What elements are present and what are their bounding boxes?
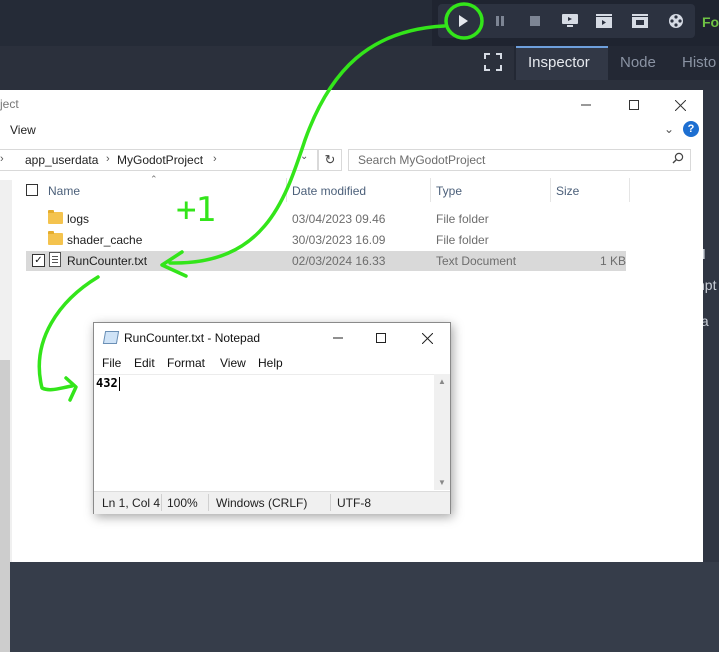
line-endings: Windows (CRLF) [216,496,308,510]
column-header-size[interactable]: Size [556,184,579,198]
file-name: shader_cache [67,233,143,247]
tab-node[interactable]: Node [620,54,656,71]
renderer-label[interactable]: Fo [702,14,719,30]
godot-menu-strip [0,0,432,46]
file-date: 03/04/2023 09.46 [292,212,386,226]
row-checkbox[interactable]: ✓ [32,254,45,267]
column-divider[interactable] [430,178,431,202]
tab-history[interactable]: Histo [682,54,716,71]
close-button[interactable] [405,325,449,351]
column-header-type[interactable]: Type [436,184,462,198]
notepad-title-bar: RunCounter.txt - Notepad [94,323,450,353]
file-name: logs [67,212,90,226]
ribbon: View ⌄ ? [0,120,703,144]
movie-maker-icon[interactable] [665,10,687,32]
play-icon[interactable] [452,10,474,32]
ribbon-view-tab[interactable]: View [10,123,36,137]
chevron-right-icon[interactable]: › [0,153,4,165]
file-row-logs[interactable]: logs 03/04/2023 09.46 File folder [26,209,626,229]
file-type: Text Document [436,254,517,268]
folder-icon [48,231,63,245]
minimize-button[interactable] [316,325,360,351]
text-file-icon [49,252,61,267]
column-divider[interactable] [550,178,551,202]
explorer-title-bar: ject [0,90,703,120]
select-all-checkbox[interactable] [26,184,38,196]
status-divider [161,494,162,511]
chevron-right-icon[interactable]: › [106,153,110,165]
file-date: 30/03/2023 16.09 [292,233,386,247]
refresh-button[interactable]: ↻ [318,149,342,171]
play-scene-icon[interactable] [593,10,615,32]
notepad-title: RunCounter.txt - Notepad [124,331,261,345]
sort-ascending-icon: ⌃ [150,174,158,184]
run-controls [438,4,695,38]
file-date: 02/03/2024 16.33 [292,254,386,268]
encoding: UTF-8 [337,496,371,510]
navigation-pane [0,180,12,652]
notepad-content: 432 [96,376,118,390]
vertical-scrollbar[interactable]: ▲ ▼ [434,374,450,490]
column-divider[interactable] [629,178,630,202]
file-name: RunCounter.txt [67,254,148,268]
cursor-position: Ln 1, Col 4 [102,496,161,510]
scroll-down-icon[interactable]: ▼ [438,478,446,487]
chevron-right-icon[interactable]: › [213,153,217,165]
menu-file[interactable]: File [102,356,121,370]
menu-edit[interactable]: Edit [134,356,155,370]
notepad-icon [102,331,120,344]
menu-format[interactable]: Format [167,356,205,370]
text-caret [119,377,120,391]
notepad-window: RunCounter.txt - Notepad File Edit Forma… [93,322,451,514]
search-icon [672,152,684,167]
breadcrumb-segment[interactable]: app_userdata [25,153,98,167]
close-button[interactable] [657,92,703,118]
window-title: ject [0,97,19,111]
file-type: File folder [436,233,489,247]
menu-view[interactable]: View [220,356,246,370]
chevron-down-icon[interactable]: ⌄ [664,122,674,136]
remote-debug-icon[interactable] [559,10,581,32]
file-type: File folder [436,212,489,226]
search-placeholder: Search MyGodotProject [358,153,486,167]
search-input[interactable]: Search MyGodotProject [348,149,691,171]
stop-icon[interactable] [524,10,546,32]
status-divider [330,494,331,511]
notepad-menu-bar: File Edit Format View Help [94,354,450,374]
menu-help[interactable]: Help [258,356,283,370]
column-header-name[interactable]: Name [48,184,80,198]
address-bar[interactable]: › app_userdata › MyGodotProject › [0,149,318,171]
navigation-scrollbar[interactable] [0,360,10,652]
folder-icon [48,210,63,224]
address-dropdown-icon[interactable]: ⌄ [300,151,308,162]
file-row-runcounter[interactable]: ✓ RunCounter.txt 02/03/2024 16.33 Text D… [26,251,626,271]
file-size: 1 KB [600,254,627,268]
scroll-up-icon[interactable]: ▲ [438,377,446,386]
increment-annotation: +1 [176,190,216,230]
help-icon[interactable]: ? [683,121,699,137]
tab-inspector[interactable]: Inspector [528,54,590,71]
pause-icon[interactable] [489,10,511,32]
maximize-button[interactable] [359,325,403,351]
notepad-status-bar: Ln 1, Col 4 100% Windows (CRLF) UTF-8 [94,491,450,514]
zoom-level: 100% [167,496,198,510]
file-row-shader-cache[interactable]: shader_cache 30/03/2023 16.09 File folde… [26,230,626,250]
play-custom-scene-icon[interactable] [629,10,651,32]
column-divider[interactable] [286,178,287,202]
fullscreen-icon[interactable] [482,52,504,74]
status-divider [208,494,209,511]
column-header-date[interactable]: Date modified [292,184,366,198]
notepad-text-area[interactable]: 432 [94,374,434,491]
maximize-button[interactable] [611,92,657,118]
minimize-button[interactable] [563,92,609,118]
breadcrumb-segment[interactable]: MyGodotProject [117,153,203,167]
